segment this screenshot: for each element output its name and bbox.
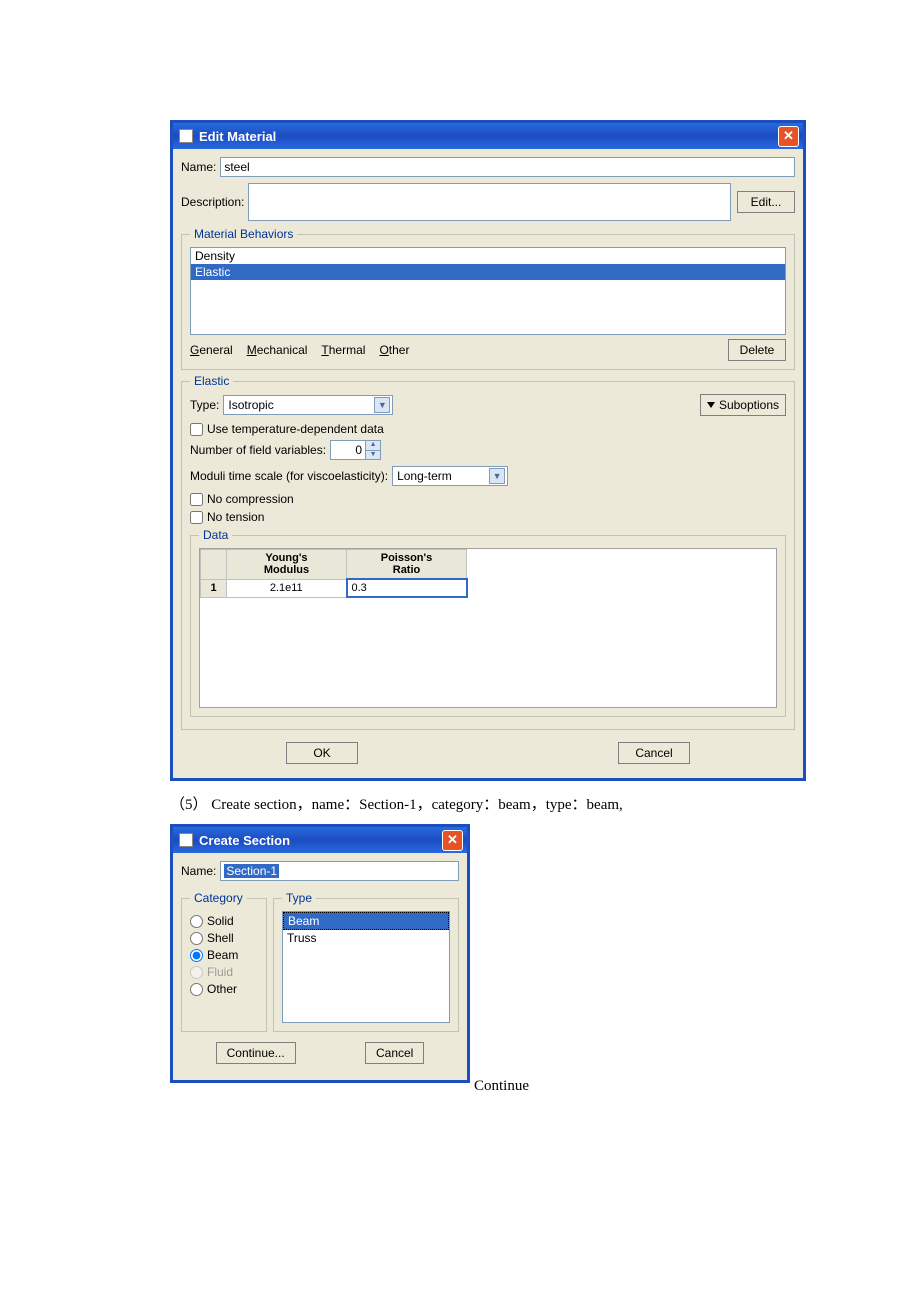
menu-thermal[interactable]: Thermal <box>321 343 365 357</box>
category-legend: Category <box>190 891 247 905</box>
name-input[interactable] <box>220 157 795 177</box>
type-group: Type Beam Truss <box>273 891 459 1032</box>
chevron-down-icon: ▼ <box>374 397 390 413</box>
close-button[interactable]: ✕ <box>778 126 799 147</box>
delete-button[interactable]: Delete <box>728 339 786 361</box>
moduli-value: Long-term <box>397 469 485 483</box>
triangle-down-icon <box>707 402 715 408</box>
temp-dependent-checkbox[interactable] <box>190 423 203 436</box>
col-youngs: Young's Modulus <box>227 550 347 580</box>
spin-down-icon[interactable]: ▼ <box>366 450 380 460</box>
no-tension-label: No tension <box>207 510 264 524</box>
material-behaviors-group: Material Behaviors Density Elastic Gener… <box>181 227 795 370</box>
moduli-label: Moduli time scale (for viscoelasticity): <box>190 469 388 483</box>
no-compression-label: No compression <box>207 492 294 506</box>
radio-other[interactable]: Other <box>190 982 258 996</box>
ok-button[interactable]: OK <box>286 742 358 764</box>
temp-dependent-label: Use temperature-dependent data <box>207 422 384 436</box>
description-input[interactable] <box>248 183 731 221</box>
type-value: Isotropic <box>228 398 370 412</box>
menu-other[interactable]: Other <box>379 343 409 357</box>
caption-5: （5） Create section，name：Section-1，catego… <box>170 793 750 814</box>
elastic-group: Elastic Type: Isotropic ▼ Suboptions Use… <box>181 374 795 730</box>
app-icon <box>179 129 193 143</box>
create-section-dialog: Create Section ✕ Name: Section-1 Categor… <box>170 824 470 1083</box>
data-group: Data Young's Modulus Poisson's Ratio 1 2… <box>190 528 786 717</box>
table-row[interactable]: 1 2.1e11 0.3 <box>201 579 467 597</box>
moduli-select[interactable]: Long-term ▼ <box>392 466 508 486</box>
data-legend: Data <box>199 528 232 542</box>
radio-fluid: Fluid <box>190 965 258 979</box>
window-title: Edit Material <box>199 129 276 144</box>
poisson-cell[interactable]: 0.3 <box>347 579 467 597</box>
menu-general[interactable]: General <box>190 343 233 357</box>
corner-cell <box>201 550 227 580</box>
field-vars-label: Number of field variables: <box>190 443 326 457</box>
category-group: Category Solid Shell Beam Fluid Other <box>181 891 267 1032</box>
radio-beam[interactable]: Beam <box>190 948 258 962</box>
suboptions-button[interactable]: Suboptions <box>700 394 786 416</box>
app-icon <box>179 833 193 847</box>
description-label: Description: <box>181 195 244 209</box>
name-label: Name: <box>181 864 216 878</box>
edit-description-button[interactable]: Edit... <box>737 191 795 213</box>
youngs-cell[interactable]: 2.1e11 <box>227 579 347 597</box>
no-compression-checkbox[interactable] <box>190 493 203 506</box>
window-title: Create Section <box>199 833 290 848</box>
list-item[interactable]: Beam <box>283 912 449 930</box>
behavior-menubar: General Mechanical Thermal Other Delete <box>190 339 786 361</box>
behaviors-list[interactable]: Density Elastic <box>190 247 786 335</box>
list-item[interactable]: Truss <box>283 930 449 946</box>
material-behaviors-legend: Material Behaviors <box>190 227 297 241</box>
row-num: 1 <box>201 579 227 597</box>
spin-up-icon[interactable]: ▲ <box>366 441 380 450</box>
type-select[interactable]: Isotropic ▼ <box>223 395 393 415</box>
close-button[interactable]: ✕ <box>442 830 463 851</box>
cancel-button[interactable]: Cancel <box>618 742 690 764</box>
list-item[interactable]: Density <box>191 248 785 264</box>
col-poisson: Poisson's Ratio <box>347 550 467 580</box>
type-list[interactable]: Beam Truss <box>282 911 450 1023</box>
titlebar[interactable]: Edit Material ✕ <box>173 123 803 149</box>
name-value: Section-1 <box>224 864 279 878</box>
no-tension-checkbox[interactable] <box>190 511 203 524</box>
type-label: Type: <box>190 398 219 412</box>
radio-solid[interactable]: Solid <box>190 914 258 928</box>
elastic-legend: Elastic <box>190 374 233 388</box>
name-label: Name: <box>181 160 216 174</box>
list-item[interactable]: Elastic <box>191 264 785 280</box>
titlebar[interactable]: Create Section ✕ <box>173 827 467 853</box>
menu-mechanical[interactable]: Mechanical <box>247 343 308 357</box>
name-input[interactable]: Section-1 <box>220 861 459 881</box>
field-vars-input[interactable] <box>330 440 366 460</box>
field-vars-spinner[interactable]: ▲▼ <box>330 440 381 460</box>
chevron-down-icon: ▼ <box>489 468 505 484</box>
continue-button[interactable]: Continue... <box>216 1042 296 1064</box>
cancel-button[interactable]: Cancel <box>365 1042 424 1064</box>
data-grid[interactable]: Young's Modulus Poisson's Ratio 1 2.1e11… <box>199 548 777 708</box>
radio-shell[interactable]: Shell <box>190 931 258 945</box>
continue-text: Continue <box>474 1078 529 1095</box>
type-legend: Type <box>282 891 316 905</box>
edit-material-dialog: Edit Material ✕ Name: Description: Edit.… <box>170 120 806 781</box>
